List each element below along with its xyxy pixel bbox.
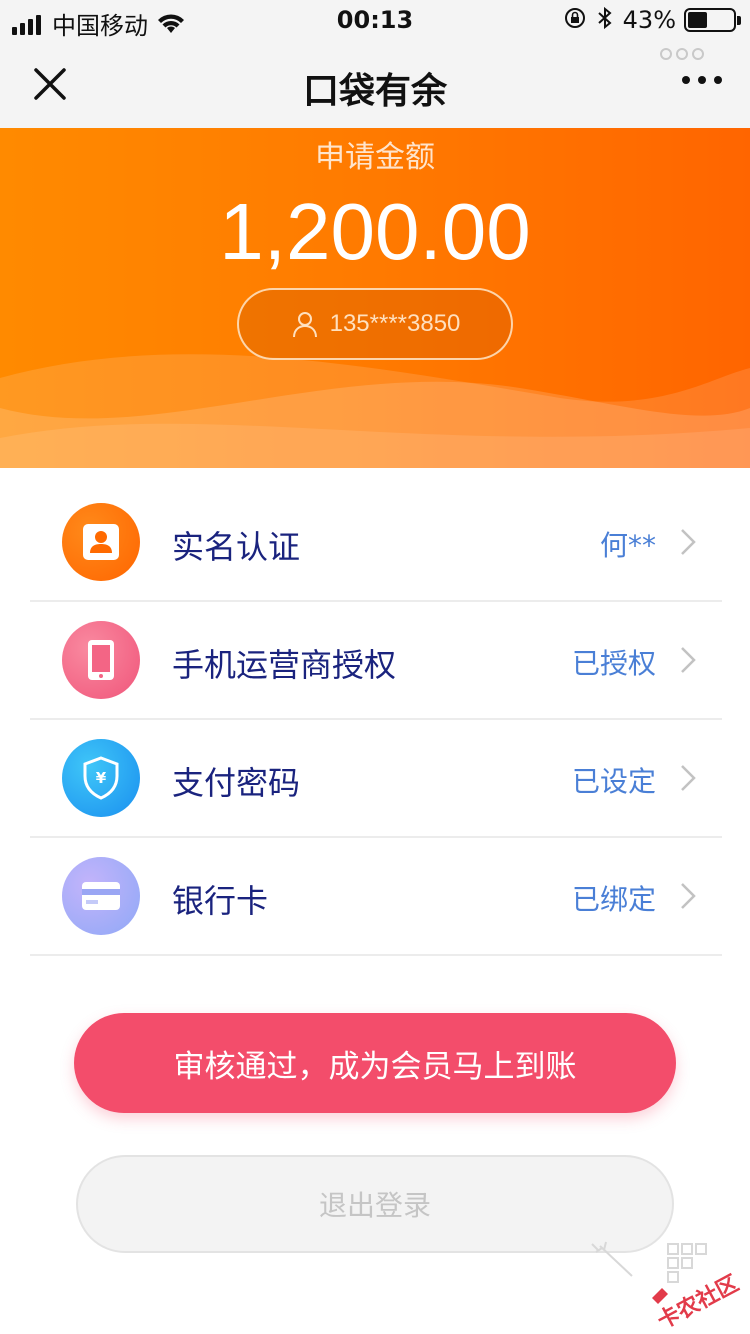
more-dot <box>682 76 690 84</box>
page-title: 口袋有余 <box>302 71 447 112</box>
bluetooth-icon <box>597 6 613 34</box>
item-status: 已绑定 <box>571 883 656 916</box>
logout-button[interactable]: 退出登录 <box>76 1155 674 1253</box>
amount-header: 申请金额 1,200.00 135****3850 <box>0 128 750 468</box>
more-dot <box>714 76 722 84</box>
list-item-real-name[interactable]: 实名认证 何** <box>30 484 722 602</box>
approve-member-button[interactable]: 审核通过，成为会员马上到账 <box>74 1013 676 1113</box>
nav-bar: 口袋有余 <box>0 40 750 128</box>
more-button[interactable] <box>674 76 722 84</box>
mobile-phone-icon <box>62 621 140 699</box>
bank-card-icon <box>62 857 140 935</box>
phone-number: 135****3850 <box>329 310 461 337</box>
svg-text:¥: ¥ <box>96 769 107 787</box>
shield-yen-icon: ¥ <box>62 739 140 817</box>
list-item-carrier-auth[interactable]: 手机运营商授权 已授权 <box>30 602 722 720</box>
item-label: 银行卡 <box>172 882 269 920</box>
user-icon <box>292 312 317 338</box>
more-dot <box>698 76 706 84</box>
apply-amount-label: 申请金额 <box>315 140 435 175</box>
battery-percent: 43% <box>622 6 676 34</box>
item-status: 何** <box>599 529 656 562</box>
item-label: 手机运营商授权 <box>172 646 397 684</box>
verification-list: 实名认证 何** 手机运营商授权 已授权 ¥ 支付密码 已设定 银行卡 已绑定 <box>30 484 722 956</box>
battery-fill <box>688 12 707 28</box>
apply-amount-value: 1,200.00 <box>219 187 531 276</box>
rotation-lock-icon <box>563 6 587 34</box>
capsule-dots-icon <box>656 48 704 60</box>
item-status: 已设定 <box>571 765 656 798</box>
item-label: 实名认证 <box>172 528 301 566</box>
list-item-pay-password[interactable]: ¥ 支付密码 已设定 <box>30 720 722 838</box>
watermark: 卡农社区 <box>582 1240 743 1334</box>
chevron-right-icon <box>681 765 696 791</box>
item-label: 支付密码 <box>172 764 301 802</box>
battery-icon <box>684 8 741 32</box>
status-bar: 中国移动 00:13 43% <box>0 0 750 40</box>
id-card-icon <box>62 503 140 581</box>
status-right: 43% <box>563 6 741 34</box>
item-status: 已授权 <box>571 647 656 680</box>
chevron-right-icon <box>681 529 696 555</box>
list-item-bank-card[interactable]: 银行卡 已绑定 <box>30 838 722 956</box>
phone-number-pill: 135****3850 <box>237 288 513 360</box>
chevron-right-icon <box>681 647 696 673</box>
chevron-right-icon <box>681 883 696 909</box>
